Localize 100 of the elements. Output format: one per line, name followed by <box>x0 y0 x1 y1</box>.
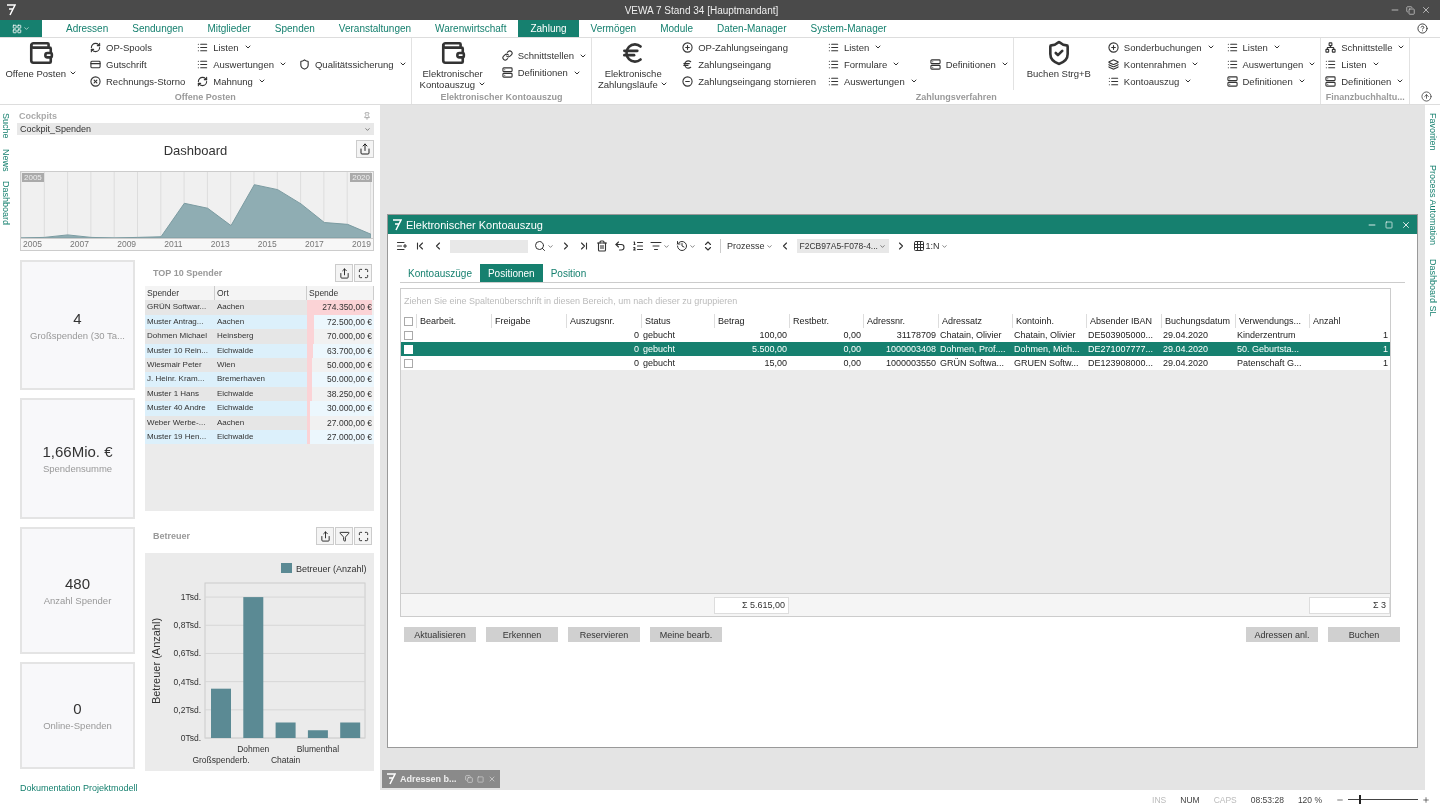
action-button[interactable]: Meine bearb. <box>650 627 722 642</box>
ribbon-tab[interactable]: Warenwirtschaft <box>423 20 519 37</box>
row-checkbox[interactable] <box>404 358 413 368</box>
ribbon-button[interactable]: Listen <box>1226 39 1317 55</box>
ribbon-button[interactable]: Rechnungs-Storno <box>90 73 186 89</box>
side-tab[interactable]: Favoriten <box>1427 113 1438 151</box>
ribbon-button[interactable]: Mahnung <box>197 73 287 89</box>
numbered-list-icon[interactable] <box>632 240 644 252</box>
help-icon[interactable] <box>1417 23 1428 34</box>
action-button[interactable]: Adressen anl. <box>1246 627 1318 642</box>
delete-icon[interactable] <box>596 240 608 252</box>
bar <box>211 688 231 738</box>
ribbon-button[interactable]: Definitionen <box>501 65 588 80</box>
export-button[interactable] <box>316 527 334 545</box>
ribbon-button[interactable]: Kontoauszug <box>1107 73 1215 89</box>
ribbon-tab[interactable]: Vermögen <box>578 20 649 37</box>
expand-button[interactable] <box>354 527 372 545</box>
ribbon-button[interactable]: Listen <box>197 39 287 55</box>
ribbon-large-button[interactable]: Elektronische Zahlungsläufe <box>596 38 671 90</box>
select-all-checkbox[interactable] <box>404 316 413 326</box>
ribbon-tab[interactable]: Sendungen <box>120 20 196 37</box>
kpi-value: 0 <box>73 700 82 717</box>
side-tab[interactable]: Suche <box>1 113 11 139</box>
ribbon-button[interactable]: OP-Zahlungseingang <box>682 39 816 55</box>
ribbon-tab[interactable]: Adressen <box>54 20 121 37</box>
app-menu-button[interactable] <box>0 20 42 37</box>
last-icon[interactable] <box>578 240 590 252</box>
ribbon-button[interactable]: Schnittstelle <box>1325 39 1406 55</box>
add-row-icon[interactable] <box>396 240 408 252</box>
filter-button[interactable] <box>650 240 670 252</box>
ribbon-button[interactable]: Qualitätssicherung <box>298 56 407 72</box>
record-select[interactable]: F2CB97A5-F078-4... <box>796 239 889 253</box>
close-icon[interactable] <box>1401 219 1411 230</box>
tab[interactable]: Kontoauszüge <box>400 264 480 282</box>
ribbon-button[interactable]: Definitionen <box>1325 73 1406 89</box>
ribbon-button[interactable]: OP-Spools <box>90 39 186 55</box>
action-button[interactable]: Aktualisieren <box>404 627 476 642</box>
table-cell-text: Chatain, Olivier <box>939 330 1003 340</box>
ribbon-button[interactable]: Listen <box>827 39 918 55</box>
tab[interactable]: Position <box>542 264 595 282</box>
ribbon-button[interactable]: Sonderbuchungen <box>1107 39 1215 55</box>
ribbon-button[interactable]: Definitionen <box>929 56 1009 72</box>
ribbon-large-button[interactable]: Buchen Strg+B <box>1021 38 1096 90</box>
ribbon-tab[interactable]: Veranstaltungen <box>326 20 424 37</box>
side-tab[interactable]: News <box>1 148 11 172</box>
side-tab[interactable]: Dashboard <box>1 181 11 226</box>
table-cell-text: 70.000,00 € <box>326 330 373 344</box>
ribbon-tab[interactable]: Daten-Manager <box>705 20 799 37</box>
export-button[interactable] <box>356 140 374 158</box>
collapse-ribbon-icon[interactable] <box>1421 91 1432 102</box>
logo-icon <box>392 218 402 231</box>
ribbon-button[interactable]: Zahlungseingang stornieren <box>682 73 816 89</box>
undo-icon[interactable] <box>614 240 626 252</box>
ribbon-button[interactable]: Gutschrift <box>90 56 186 72</box>
tab[interactable]: Positionen <box>479 264 543 282</box>
first-icon[interactable] <box>414 240 426 252</box>
ribbon-button[interactable]: Zahlungseingang <box>682 56 816 72</box>
ribbon-tab[interactable]: System-Manager <box>798 20 899 37</box>
search-button[interactable] <box>534 240 554 252</box>
table-cell-text: 50.000,00 € <box>326 373 373 387</box>
ribbon-large-button[interactable]: Elektronischer Kontoauszug <box>415 38 490 90</box>
ribbon-button[interactable]: Listen <box>1325 56 1406 72</box>
grid-row[interactable]: 0 gebucht 15,00 0,00 1000003550 GRÜN Softwa... GRUEN Softw... DE123908000... 29.04.2020 Patenschaft G... 1 <box>401 356 1390 370</box>
row-checkbox[interactable] <box>404 330 413 340</box>
export-button[interactable] <box>335 264 353 282</box>
ribbon-button[interactable]: Schnittstellen <box>501 48 588 63</box>
zoom-thumb[interactable] <box>1358 795 1361 804</box>
filter-button[interactable] <box>335 527 353 545</box>
side-tab[interactable]: Process Automation <box>1427 164 1438 245</box>
action-button[interactable]: Reservieren <box>568 627 640 642</box>
ribbon-button[interactable]: Auswertungen <box>197 56 287 72</box>
expand-button[interactable] <box>354 264 372 282</box>
side-tab[interactable]: Dashboard SL <box>1427 258 1438 317</box>
sort-icon[interactable] <box>702 240 714 252</box>
ribbon-button[interactable]: Auswertungen <box>827 73 918 89</box>
zoom-in-icon[interactable] <box>1422 795 1430 804</box>
grid-row[interactable]: 0 gebucht 100,00 0,00 31178709 Chatain, Olivier Chatain, Olivier DE503905000... 29.04.2020 Kinderzentrum 1 <box>401 328 1390 342</box>
action-button[interactable]: Erkennen <box>486 627 558 642</box>
list-icon <box>197 58 209 70</box>
ribbon-button[interactable]: Kontenrahmen <box>1107 56 1215 72</box>
ribbon-tab[interactable]: Spenden <box>262 20 327 37</box>
grid-row[interactable]: 0 gebucht 5.500,00 0,00 1000003408 Dohmen, Prof.... Dohmen, Mich... DE271007777... 29.04.2020 50. Geburtsta... 1 <box>401 342 1390 356</box>
ribbon-tab[interactable]: Zahlung <box>518 20 579 37</box>
table-cell-text: 0,00 <box>842 358 862 368</box>
ribbon-button[interactable]: Auswertungen <box>1226 56 1317 72</box>
ribbon-tab[interactable]: Module <box>648 20 705 37</box>
ribbon-button[interactable]: Definitionen <box>1226 73 1317 89</box>
cockpit-select[interactable]: Cockpit_Spenden <box>17 123 374 135</box>
ribbon-large-button[interactable]: Offene Posten <box>4 38 78 90</box>
close-icon[interactable] <box>1421 5 1431 15</box>
history-button[interactable] <box>676 240 696 252</box>
plus-circle-icon <box>1107 41 1119 53</box>
ribbon-button[interactable]: Formulare <box>827 56 918 72</box>
documentation-link[interactable]: Dokumentation Projektmodell <box>20 783 138 793</box>
restore-icon[interactable] <box>1406 5 1415 15</box>
ribbon-tab[interactable]: Mitglieder <box>195 20 263 37</box>
view-menu[interactable]: 1:N <box>912 240 948 252</box>
action-button[interactable]: Buchen <box>1328 627 1400 642</box>
table-cell-text: 1000003550 <box>884 358 937 368</box>
processes-menu[interactable]: Prozesse <box>727 241 773 251</box>
